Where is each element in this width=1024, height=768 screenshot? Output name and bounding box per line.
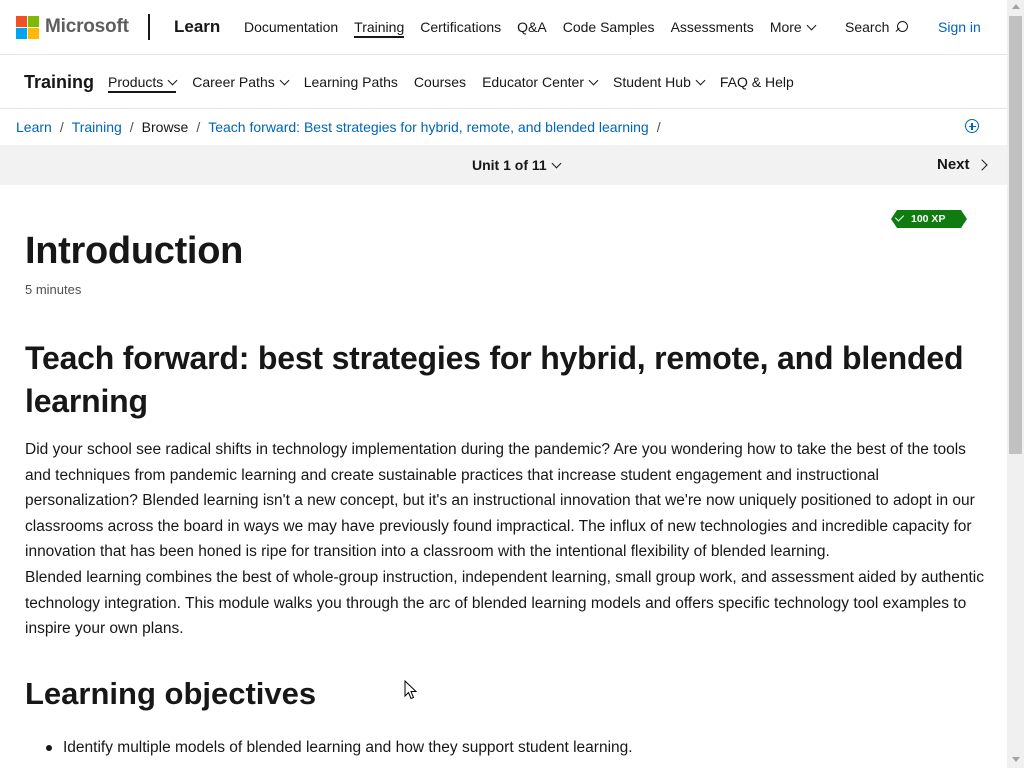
subnav-student-hub[interactable]: Student Hub (613, 74, 706, 93)
subnav-educator-center[interactable]: Educator Center (482, 74, 599, 93)
nav-documentation[interactable]: Documentation (244, 19, 338, 38)
logo-red-square (16, 16, 27, 27)
objectives-heading: Learning objectives (25, 676, 317, 711)
unit-title: Introduction (25, 230, 244, 272)
logo-blue-square (16, 28, 27, 39)
learn-home-link[interactable]: Learn (174, 17, 220, 37)
nav-assessments[interactable]: Assessments (671, 19, 754, 38)
nav-qa[interactable]: Q&A (517, 19, 547, 38)
chevron-right-icon (975, 158, 988, 171)
nav-training[interactable]: Training (354, 19, 405, 38)
nav-more[interactable]: More (769, 19, 817, 38)
breadcrumb-separator: / (129, 119, 134, 135)
subnav-learning-paths[interactable]: Learning Paths (304, 74, 398, 93)
objectives-list: Identify multiple models of blended lear… (46, 735, 633, 761)
microsoft-brand-text[interactable]: Microsoft (45, 16, 129, 38)
nav-code-samples[interactable]: Code Samples (563, 19, 655, 38)
training-subnav: Training Products Career Paths Learning … (0, 56, 1007, 109)
unit-duration: 5 minutes (25, 282, 82, 297)
subnav-student-hub-label: Student Hub (613, 74, 691, 90)
subnav-career-paths[interactable]: Career Paths (192, 74, 290, 93)
sign-in-link[interactable]: Sign in (938, 19, 981, 35)
next-unit-button[interactable]: Next (937, 156, 988, 173)
chevron-down-icon (551, 158, 562, 169)
intro-paragraph-1: Did your school see radical shifts in te… (25, 441, 975, 561)
add-collection-plus-icon[interactable] (965, 119, 979, 133)
scroll-up-arrow-icon[interactable] (1012, 4, 1020, 9)
search-button[interactable]: Search (845, 19, 909, 35)
breadcrumb-browse[interactable]: Browse (142, 119, 189, 135)
subnav-courses[interactable]: Courses (414, 74, 466, 93)
breadcrumb-separator: / (196, 119, 201, 135)
xp-value: 100 XP (911, 213, 946, 225)
search-label: Search (845, 19, 890, 35)
breadcrumb-module[interactable]: Teach forward: Best strategies for hybri… (208, 119, 648, 135)
mouse-cursor-icon (404, 680, 418, 700)
chevron-down-icon (806, 20, 817, 31)
top-nav: Documentation Training Certifications Q&… (244, 19, 831, 38)
breadcrumb-training[interactable]: Training (72, 119, 122, 135)
search-icon (895, 20, 909, 34)
intro-paragraph-2: Blended learning combines the best of wh… (25, 569, 985, 638)
header-divider (148, 14, 150, 40)
module-heading: Teach forward: best strategies for hybri… (25, 340, 964, 419)
next-label: Next (937, 156, 970, 173)
subnav-products[interactable]: Products (108, 74, 178, 93)
nav-more-label: More (769, 19, 802, 35)
subnav-items: Products Career Paths Learning Paths Cou… (108, 74, 810, 93)
logo-green-square (28, 16, 39, 27)
breadcrumb: Learn / Training / Browse / Teach forwar… (16, 119, 669, 135)
unit-navigation-bar: Unit 1 of 11 Next (0, 145, 1007, 185)
unit-selector-label: Unit 1 of 11 (472, 157, 547, 173)
subnav-educator-center-label: Educator Center (482, 74, 585, 90)
nav-certifications[interactable]: Certifications (420, 19, 501, 38)
checkmark-icon (894, 212, 905, 222)
subnav-career-paths-label: Career Paths (192, 74, 275, 90)
microsoft-logo-icon[interactable] (16, 16, 39, 39)
subnav-title[interactable]: Training (24, 72, 94, 93)
chevron-down-icon (279, 75, 290, 86)
top-header: Microsoft Learn Documentation Training C… (0, 0, 1007, 55)
chevron-down-icon (588, 75, 599, 86)
breadcrumb-separator: / (656, 119, 661, 135)
xp-badge: 100 XP (891, 210, 967, 228)
subnav-faq-help[interactable]: FAQ & Help (720, 74, 794, 93)
list-item: Identify multiple models of blended lear… (46, 735, 633, 761)
vertical-scrollbar[interactable] (1007, 0, 1024, 768)
subnav-products-label: Products (108, 74, 164, 90)
breadcrumb-learn[interactable]: Learn (16, 119, 52, 135)
unit-selector-dropdown[interactable]: Unit 1 of 11 (472, 157, 562, 173)
chevron-down-icon (167, 75, 178, 86)
chevron-down-icon (695, 75, 706, 86)
logo-yellow-square (28, 28, 39, 39)
scroll-down-arrow-icon[interactable] (1012, 757, 1020, 762)
breadcrumb-separator: / (59, 119, 64, 135)
scrollbar-thumb[interactable] (1009, 16, 1022, 454)
